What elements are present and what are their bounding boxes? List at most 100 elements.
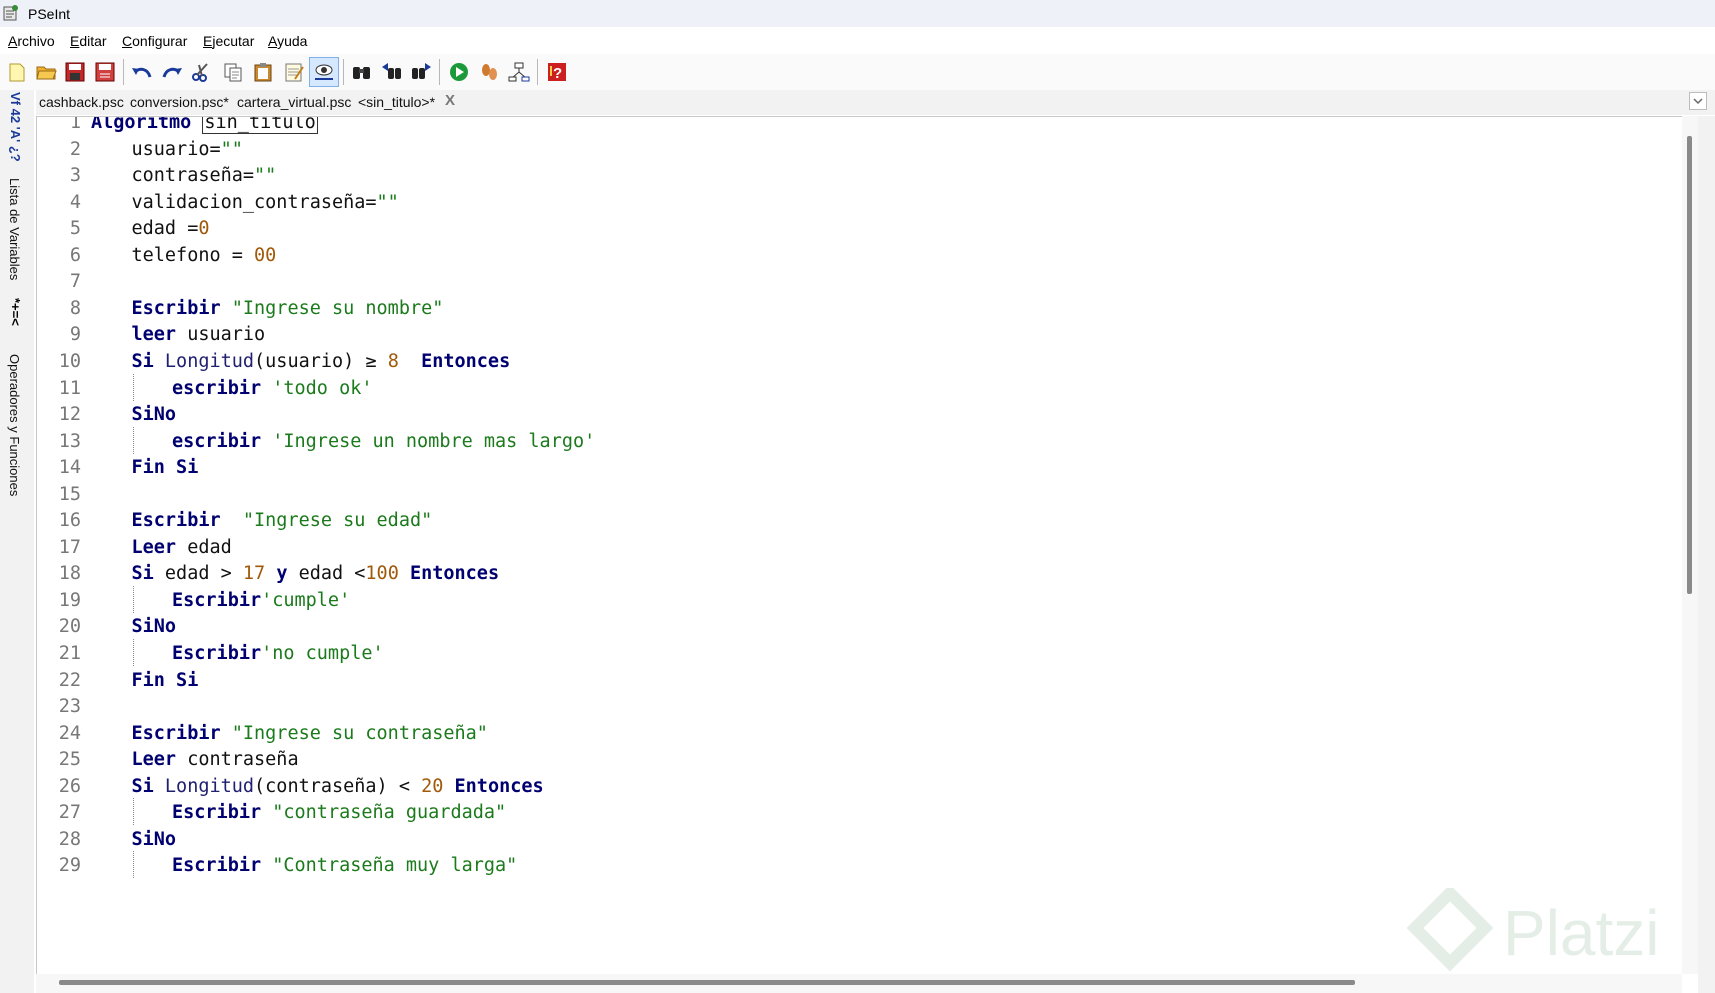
code-line[interactable]: 11 escribir 'todo ok' — [37, 373, 1677, 403]
tab-list-chevron-down-icon[interactable] — [1689, 92, 1707, 110]
code-line[interactable]: 14 Fin Si — [37, 453, 1677, 482]
code-line[interactable]: 16 Escribir "Ingrese su edad" — [37, 506, 1677, 535]
string-token: "Ingrese su contraseña" — [231, 722, 488, 744]
tab-cashback[interactable]: cashback.psc — [39, 94, 124, 110]
find-next-button[interactable] — [406, 57, 436, 87]
code-line[interactable]: 23 — [37, 692, 1677, 721]
identifier-token — [221, 298, 232, 319]
close-tab-icon[interactable]: X — [445, 92, 455, 109]
code-line[interactable]: 28 SiNo — [37, 825, 1677, 854]
operators-panel-tab[interactable]: Operadores y Funciones — [7, 354, 22, 496]
code-line[interactable]: 5 edad =0 — [37, 214, 1677, 243]
line-number: 2 — [69, 138, 81, 160]
tab-cartera-virtual[interactable]: cartera_virtual.psc — [237, 94, 351, 110]
copy-button[interactable] — [218, 57, 248, 87]
vertical-scrollbar-thumb[interactable] — [1687, 136, 1692, 594]
menu-archivo[interactable]: Archivo — [8, 33, 55, 49]
paste-button[interactable] — [248, 57, 278, 87]
string-token: "Ingrese su edad" — [242, 510, 433, 532]
save-button[interactable] — [60, 57, 90, 87]
code-line[interactable]: 25 Leer contraseña — [37, 745, 1677, 774]
line-number: 3 — [69, 165, 81, 187]
menu-ejecutar[interactable]: Ejecutar — [203, 33, 254, 49]
highlight-button[interactable] — [309, 57, 339, 87]
save-as-icon — [95, 62, 115, 82]
keyword-token: Fin Si — [131, 457, 199, 479]
string-token: "Ingrese su nombre" — [231, 297, 444, 319]
operators-panel-glyphs[interactable]: *+=< — [8, 298, 23, 326]
variables-panel-glyphs[interactable]: Vf 42 'A' ¿? — [8, 92, 23, 162]
platzi-logo-icon — [1406, 884, 1494, 972]
code-line[interactable]: 6 telefono = 00 — [37, 241, 1677, 270]
code-line[interactable]: 7 — [37, 267, 1677, 296]
keyword-token: Escribir — [172, 643, 262, 664]
keyword-token: Entonces — [409, 563, 500, 585]
tab-conversion[interactable]: conversion.psc* — [130, 94, 229, 110]
code-text: escribir 'todo ok' — [172, 374, 373, 403]
menu-editar[interactable]: Editar — [70, 33, 107, 49]
line-number: 18 — [58, 563, 81, 585]
code-line[interactable]: 21 Escribir'no cumple' — [37, 639, 1677, 668]
code-line[interactable]: 13 escribir 'Ingrese un nombre mas largo' — [37, 426, 1677, 456]
code-text: Leer contraseña — [132, 745, 299, 774]
algorithm-name-token: sin_titulo — [202, 117, 318, 134]
code-line[interactable]: 15 — [37, 480, 1677, 509]
code-line[interactable]: 3 contraseña="" — [37, 161, 1677, 190]
help-button[interactable]: ? — [542, 57, 572, 87]
code-editor[interactable]: 1 Algoritmo sin_titulo 2 usuario="" 3 contras… — [36, 116, 1683, 975]
code-line[interactable]: 12 SiNo — [37, 400, 1677, 429]
save-as-button[interactable] — [90, 57, 120, 87]
vertical-scrollbar[interactable] — [1682, 116, 1698, 974]
code-line[interactable]: 9 leer usuario — [37, 320, 1677, 349]
redo-button[interactable] — [157, 57, 187, 87]
menu-ayuda[interactable]: Ayuda — [268, 33, 307, 49]
identifier-token — [154, 776, 165, 797]
find-previous-button[interactable] — [377, 57, 407, 87]
window-title: PSeInt — [28, 6, 71, 22]
step-by-step-button[interactable] — [474, 57, 504, 87]
identifier-token: usuario= — [131, 138, 221, 160]
code-line[interactable]: 24 Escribir "Ingrese su contraseña" — [37, 719, 1677, 748]
tab-sin-titulo[interactable]: <sin_titulo>* — [358, 94, 435, 110]
toolbar: ? — [0, 54, 1715, 90]
code-line[interactable]: 17 Leer edad — [37, 533, 1677, 562]
function-token: Longitud — [164, 350, 255, 372]
new-file-button[interactable] — [2, 57, 32, 87]
identifier-token — [221, 723, 232, 744]
code-text: Fin Si — [132, 666, 199, 695]
code-text: Escribir'no cumple' — [172, 639, 384, 668]
code-line[interactable]: 29 Escribir "Contraseña muy larga" — [37, 851, 1677, 880]
code-line[interactable]: 18 Si edad > 17 y edad <100 Entonces — [37, 559, 1677, 588]
code-text: telefono = 00 — [132, 241, 277, 270]
code-line[interactable]: 20 SiNo — [37, 612, 1677, 641]
indent-guide — [132, 639, 134, 666]
string-token: "" — [376, 191, 399, 213]
paste-icon — [254, 63, 272, 82]
code-line[interactable]: 8 Escribir "Ingrese su nombre" — [37, 294, 1677, 323]
undo-button[interactable] — [127, 57, 157, 87]
code-line[interactable]: 19 Escribir'cumple' — [37, 585, 1677, 615]
keyword-token: Si — [131, 775, 154, 797]
string-token: 'cumple' — [261, 589, 351, 611]
undo-icon — [132, 67, 152, 78]
variables-panel-tab[interactable]: Lista de Variables — [7, 178, 22, 280]
code-line[interactable]: 27 Escribir "contraseña guardada" — [37, 798, 1677, 827]
edit-button[interactable] — [279, 57, 309, 87]
code-line[interactable]: 26 Si Longitud(contraseña) < 20 Entonces — [37, 772, 1677, 801]
find-button[interactable] — [347, 57, 377, 87]
open-button[interactable] — [31, 57, 61, 87]
horizontal-scrollbar-thumb[interactable] — [59, 980, 1355, 985]
copy-icon — [224, 63, 242, 82]
flowchart-button[interactable] — [504, 57, 534, 87]
line-number: 19 — [58, 589, 81, 611]
keyword-token: Leer — [131, 536, 177, 558]
menu-configurar[interactable]: Configurar — [122, 33, 187, 49]
code-line[interactable]: 22 Fin Si — [37, 666, 1677, 695]
code-line[interactable]: 4 validacion_contraseña="" — [37, 188, 1677, 217]
run-button[interactable] — [444, 57, 474, 87]
cut-icon — [192, 63, 208, 82]
line-number: 12 — [58, 404, 81, 426]
code-line[interactable]: 10 Si Longitud(usuario) ≥ 8 Entonces — [37, 347, 1677, 376]
code-line[interactable]: 2 usuario="" — [37, 135, 1677, 164]
cut-button[interactable] — [186, 57, 216, 87]
